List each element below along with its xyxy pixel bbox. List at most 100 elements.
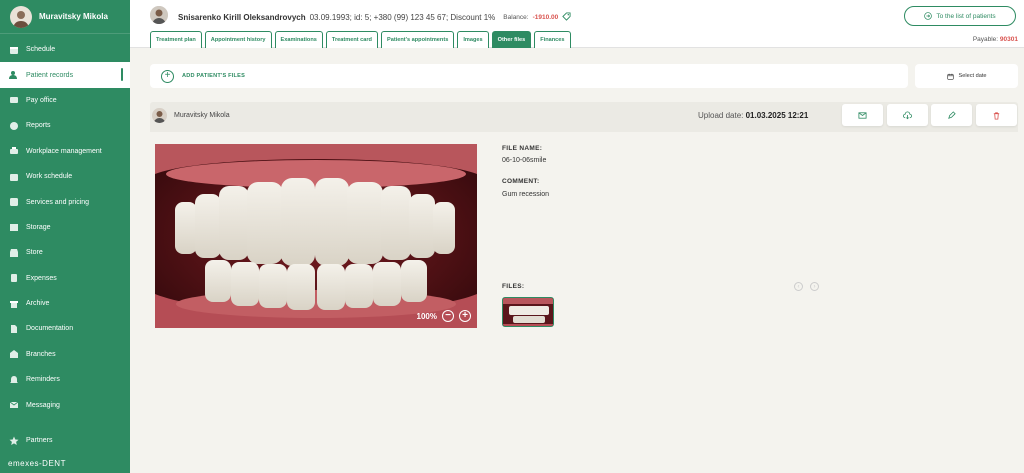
storage-icon	[9, 222, 19, 232]
sidebar-item-label: Branches	[26, 350, 56, 358]
documentation-icon	[9, 324, 19, 334]
sidebar-item-reports[interactable]: Reports	[0, 113, 130, 138]
sidebar-item-pay-office[interactable]: Pay office	[0, 88, 130, 113]
patient-info: Snisarenko Kirill Oleksandrovych 03.09.1…	[178, 12, 571, 23]
sidebar-item-label: Store	[26, 249, 43, 257]
zoom-in-icon[interactable]: +	[459, 310, 471, 322]
sidebar-item-label: Reports	[26, 122, 51, 130]
upload-date-value: 01.03.2025 12:21	[745, 111, 809, 120]
calendar-icon	[9, 45, 19, 55]
workplace-icon	[9, 146, 19, 156]
teeth-photo	[155, 144, 477, 328]
sidebar-item-patient-records[interactable]: Patient records	[0, 62, 130, 88]
zoom-level: 100%	[416, 311, 437, 321]
tab-treatment-card[interactable]: Treatment card	[325, 31, 378, 48]
sidebar-item-partners[interactable]: Partners	[0, 428, 130, 453]
patient-tabs: Treatment plan Appointment history Exami…	[150, 31, 571, 48]
sidebar-item-label: Documentation	[26, 325, 74, 333]
sidebar: Muravitsky Mikola Schedule Patient recor…	[0, 0, 130, 473]
sidebar-item-workplace-management[interactable]: Workplace management	[0, 139, 130, 164]
sidebar-item-label: Services and pricing	[26, 198, 90, 206]
sidebar-item-work-schedule[interactable]: Work schedule	[0, 164, 130, 189]
patient-icon	[9, 70, 19, 80]
sidebar-item-store[interactable]: Store	[0, 240, 130, 265]
discount-tag-icon[interactable]	[562, 12, 571, 23]
author-avatar	[152, 108, 167, 123]
file-thumbnail[interactable]	[502, 297, 554, 327]
delete-button[interactable]	[976, 104, 1017, 126]
sidebar-user-name: Muravitsky Mikola	[39, 12, 108, 21]
file-name-label: FILE NAME:	[502, 145, 543, 152]
sidebar-item-schedule[interactable]: Schedule	[0, 37, 130, 62]
work-schedule-icon	[9, 172, 19, 182]
sidebar-item-services-and-pricing[interactable]: Services and pricing	[0, 189, 130, 214]
payable-amount: Payable: 90301	[973, 36, 1018, 43]
sidebar-item-label: Archive	[26, 300, 50, 308]
tab-finances[interactable]: Finances	[534, 31, 571, 48]
patient-details: 03.09.1993; id: 5; +380 (99) 123 45 67; …	[309, 13, 496, 22]
mail-icon	[858, 111, 867, 119]
sidebar-item-label: Messaging	[26, 401, 60, 409]
sidebar-item-expenses[interactable]: Expenses	[0, 266, 130, 291]
tab-other-files[interactable]: Other files	[491, 31, 532, 48]
edit-button[interactable]	[931, 104, 972, 126]
next-file-icon[interactable]: ›	[810, 282, 819, 291]
zoom-controls: 100% − +	[417, 310, 471, 322]
select-date-button[interactable]: Select date	[915, 64, 1018, 88]
payable-value: 90301	[999, 36, 1018, 43]
upload-date-label: Upload date:	[698, 111, 744, 120]
tab-patients-appointments[interactable]: Patient's appointments	[380, 31, 455, 48]
sidebar-item-label: Expenses	[26, 274, 57, 282]
app-logo: emexes-DENT	[8, 459, 66, 468]
sidebar-partners: Partners	[0, 428, 130, 453]
reports-icon	[9, 121, 19, 131]
wallet-icon	[9, 95, 19, 105]
sidebar-item-label: Workplace management	[26, 147, 102, 155]
sidebar-user[interactable]: Muravitsky Mikola	[0, 0, 130, 34]
zoom-out-icon[interactable]: −	[442, 310, 454, 322]
sidebar-item-label: Reminders	[26, 376, 60, 384]
comment-label: COMMENT:	[502, 178, 540, 185]
sidebar-item-branches[interactable]: Branches	[0, 342, 130, 367]
sidebar-item-label: Pay office	[26, 96, 57, 104]
sidebar-item-label: Work schedule	[26, 173, 73, 181]
mail-icon	[9, 400, 19, 410]
tab-examinations[interactable]: Examinations	[274, 31, 323, 48]
store-icon	[9, 248, 19, 258]
file-preview-image[interactable]: 100% − +	[155, 144, 477, 328]
bell-icon	[9, 375, 19, 385]
file-record-header: Muravitsky Mikola Upload date: 01.03.202…	[150, 102, 1018, 132]
sidebar-item-storage[interactable]: Storage	[0, 215, 130, 240]
upload-date: Upload date: 01.03.2025 12:21	[698, 111, 808, 120]
payable-label: Payable:	[972, 36, 999, 43]
tab-appointment-history[interactable]: Appointment history	[204, 31, 272, 48]
pencil-icon	[948, 110, 956, 119]
patient-avatar	[150, 6, 168, 24]
cloud-download-icon	[903, 111, 912, 119]
files-label: FILES:	[502, 283, 525, 290]
sidebar-item-messaging[interactable]: Messaging	[0, 392, 130, 417]
to-patient-list-label: To the list of patients	[936, 12, 996, 20]
sidebar-item-label: Storage	[26, 223, 51, 231]
add-patient-files-button[interactable]: + ADD PATIENT'S FILES	[150, 64, 908, 88]
sidebar-item-reminders[interactable]: Reminders	[0, 367, 130, 392]
sidebar-item-archive[interactable]: Archive	[0, 291, 130, 316]
download-button[interactable]	[887, 104, 928, 126]
tab-images[interactable]: Images	[457, 31, 489, 48]
tab-treatment-plan[interactable]: Treatment plan	[150, 31, 202, 48]
to-patient-list-button[interactable]: To the list of patients	[904, 6, 1016, 26]
balance-value: -1910.00	[532, 14, 559, 21]
sidebar-item-documentation[interactable]: Documentation	[0, 316, 130, 341]
add-patient-files-label: ADD PATIENT'S FILES	[182, 73, 246, 79]
branches-icon	[9, 349, 19, 359]
send-email-button[interactable]	[842, 104, 883, 126]
select-date-label: Select date	[958, 73, 987, 79]
sidebar-item-label: Schedule	[26, 46, 56, 54]
sidebar-nav: Schedule Patient records Pay office Repo…	[0, 37, 130, 418]
expenses-icon	[9, 273, 19, 283]
patient-name: Snisarenko Kirill Oleksandrovych	[178, 13, 306, 22]
prev-file-icon[interactable]: ‹	[794, 282, 803, 291]
record-author: Muravitsky Mikola	[174, 112, 230, 119]
file-name-value: 06-10-06smile	[502, 157, 547, 164]
star-icon	[9, 436, 19, 446]
